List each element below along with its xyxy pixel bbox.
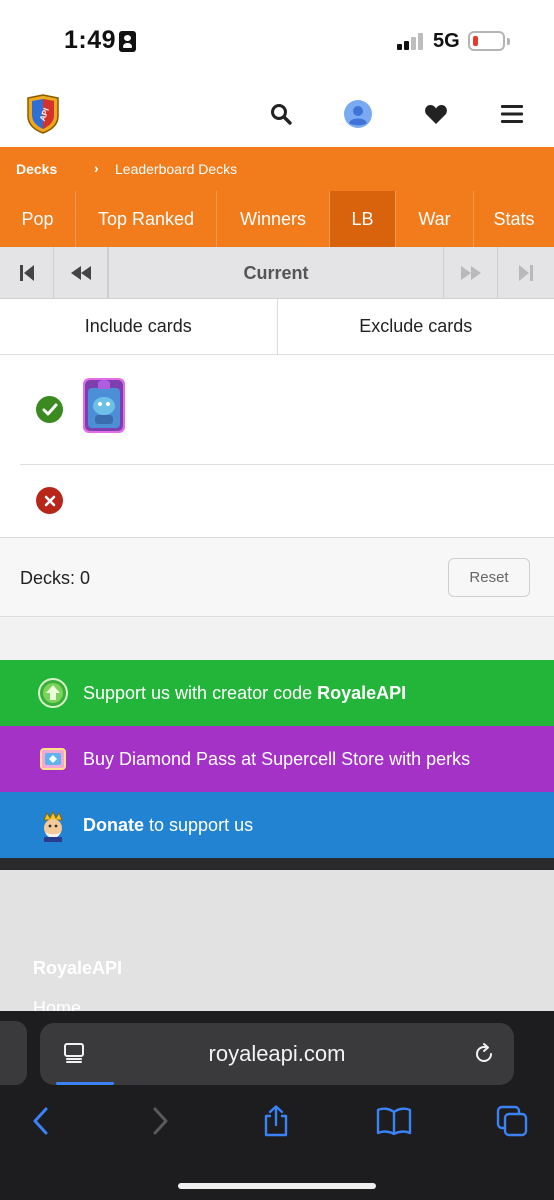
breadcrumb-separator: › xyxy=(94,160,99,176)
share-icon[interactable] xyxy=(258,1103,294,1139)
tabs-icon[interactable] xyxy=(494,1103,530,1139)
upvote-icon xyxy=(38,678,68,708)
rewind-icon[interactable] xyxy=(54,247,108,299)
tab-war[interactable]: War xyxy=(396,191,474,247)
footer-divider xyxy=(0,858,554,870)
tab-winners[interactable]: Winners xyxy=(217,191,330,247)
check-circle-icon xyxy=(36,396,63,423)
address-bar[interactable]: royaleapi.com xyxy=(40,1023,514,1085)
decks-summary: Decks: 0 Reset xyxy=(0,537,554,617)
status-time: 1:49 xyxy=(64,26,117,54)
include-cards-tab[interactable]: Include cards xyxy=(0,299,277,354)
user-avatar-icon[interactable] xyxy=(344,100,372,128)
spacer xyxy=(0,617,554,660)
search-icon[interactable] xyxy=(267,100,295,128)
king-icon xyxy=(38,810,68,842)
footer-brand: RoyaleAPI xyxy=(33,958,123,978)
back-icon[interactable] xyxy=(22,1103,58,1139)
tab-top-ranked[interactable]: Top Ranked xyxy=(76,191,217,247)
creator-code-banner[interactable]: Support us with creator code RoyaleAPI xyxy=(0,660,554,726)
network-type: 5G xyxy=(433,30,460,52)
site-header: API xyxy=(0,82,554,147)
site-footer: RoyaleAPI Home xyxy=(0,870,554,1018)
card-filter-tabs: Include cards Exclude cards xyxy=(0,299,554,355)
reset-button[interactable]: Reset xyxy=(448,558,530,597)
home-indicator xyxy=(178,1183,376,1189)
hamburger-menu-icon[interactable] xyxy=(498,100,526,128)
page-load-indicator xyxy=(56,1082,114,1085)
pass-icon xyxy=(38,744,68,774)
royaleapi-logo[interactable]: API xyxy=(24,94,62,134)
breadcrumb-current[interactable]: Leaderboard Decks xyxy=(115,161,237,177)
browser-toolbar: royaleapi.com xyxy=(0,1011,554,1200)
x-circle-icon xyxy=(36,487,63,514)
exclude-cards-tab[interactable]: Exclude cards xyxy=(276,299,554,354)
cellular-signal-icon xyxy=(397,32,427,50)
included-cards-row xyxy=(0,356,554,464)
url-text[interactable]: royaleapi.com xyxy=(40,1041,514,1067)
diamond-pass-text: Buy Diamond Pass at Supercell Store with… xyxy=(83,748,471,769)
excluded-cards-row xyxy=(0,465,554,537)
fast-forward-icon xyxy=(444,247,498,299)
tab-pop[interactable]: Pop xyxy=(0,191,76,247)
skip-last-icon xyxy=(498,247,554,299)
forward-icon xyxy=(143,1103,179,1139)
tab-lb[interactable]: LB xyxy=(330,191,396,247)
battery-tip xyxy=(507,38,510,45)
status-bar: 1:49 5G xyxy=(0,0,554,82)
donate-banner[interactable]: Donate to support us xyxy=(0,792,554,858)
reload-icon[interactable] xyxy=(472,1042,496,1071)
donate-text: Donate to support us xyxy=(83,814,254,835)
creator-code-text: Support us with creator code RoyaleAPI xyxy=(83,682,407,703)
skip-first-icon[interactable] xyxy=(0,247,54,299)
deck-nav: Decks › Leaderboard Decks Pop Top Ranked… xyxy=(0,147,554,247)
previous-tab-preview[interactable] xyxy=(0,1021,27,1085)
current-season[interactable]: Current xyxy=(108,247,444,299)
heart-icon[interactable] xyxy=(422,100,450,128)
breadcrumb-decks-link[interactable]: Decks xyxy=(16,161,57,177)
card-icon[interactable] xyxy=(83,378,125,433)
deck-tabs: Pop Top Ranked Winners LB War Stats xyxy=(0,191,554,247)
bookmarks-icon[interactable] xyxy=(376,1103,412,1139)
season-pager: Current xyxy=(0,247,554,299)
focus-id-icon xyxy=(119,31,136,52)
diamond-pass-banner[interactable]: Buy Diamond Pass at Supercell Store with… xyxy=(0,726,554,792)
tab-stats[interactable]: Stats xyxy=(474,191,554,247)
decks-count: Decks: 0 xyxy=(20,568,91,588)
breadcrumb: Decks › Leaderboard Decks xyxy=(0,147,554,190)
battery-icon xyxy=(468,31,505,51)
